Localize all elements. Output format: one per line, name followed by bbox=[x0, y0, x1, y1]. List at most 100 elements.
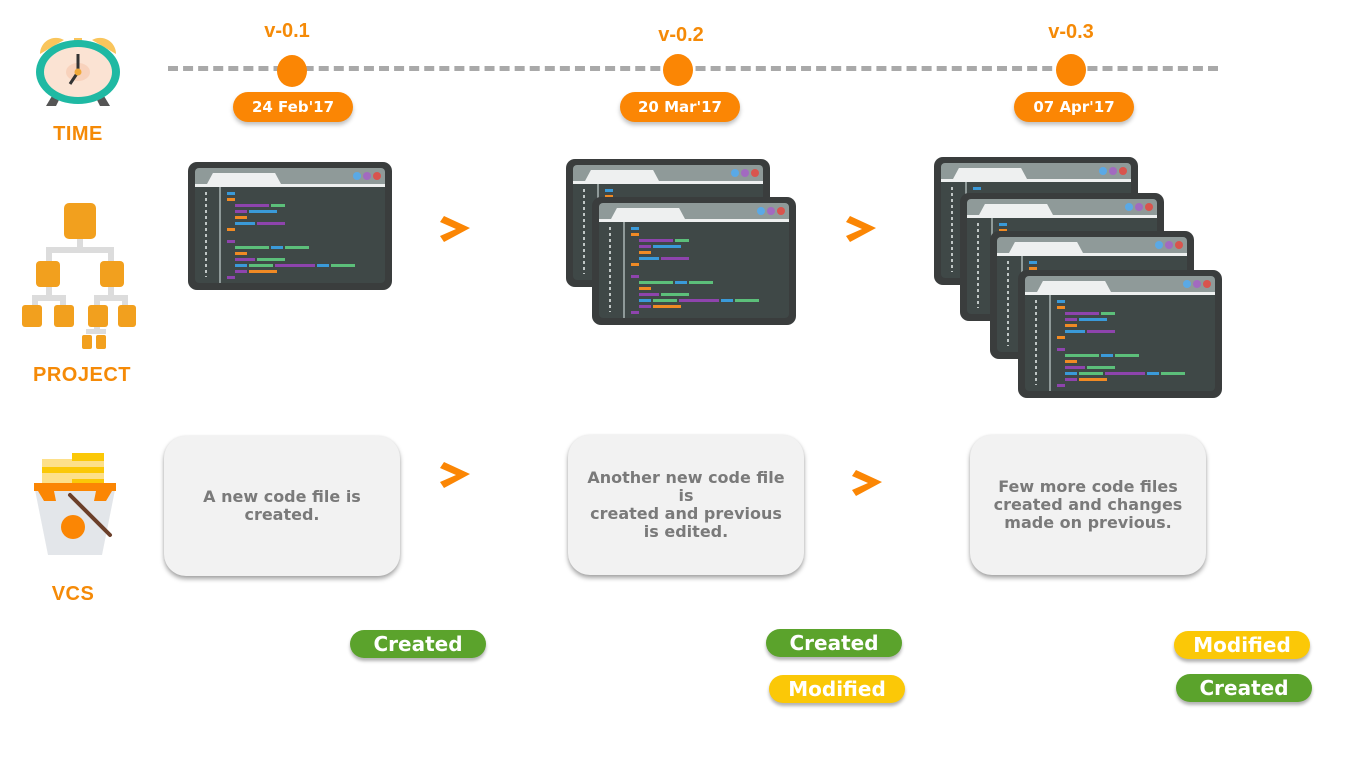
status-badge-modified: Modified bbox=[769, 675, 905, 703]
code-editor-window bbox=[592, 197, 796, 325]
time-label: TIME bbox=[53, 123, 103, 145]
code-line-segment bbox=[639, 299, 651, 302]
code-line-segment bbox=[1105, 372, 1145, 375]
card-description: A new code file is created. bbox=[203, 487, 361, 524]
code-line-segment bbox=[735, 299, 759, 302]
code-line-segment bbox=[1161, 372, 1185, 375]
date-pill: 20 Mar'17 bbox=[620, 92, 740, 122]
code-line-segment bbox=[639, 281, 673, 284]
card-description: Few more code files created and changes … bbox=[993, 477, 1183, 532]
milestone-dot[interactable] bbox=[663, 54, 693, 86]
code-line-segment bbox=[675, 239, 689, 242]
code-line-segment bbox=[1065, 312, 1099, 315]
card-description: Another new code file is created and pre… bbox=[587, 468, 785, 541]
code-line-segment bbox=[1079, 378, 1107, 381]
date-pill: 07 Apr'17 bbox=[1014, 92, 1134, 122]
code-line-segment bbox=[973, 187, 981, 190]
code-line-segment bbox=[1057, 300, 1065, 303]
code-line-segment bbox=[235, 210, 247, 213]
code-line-segment bbox=[1057, 306, 1065, 309]
code-line-segment bbox=[639, 287, 651, 290]
code-line-segment bbox=[227, 198, 235, 201]
code-line-segment bbox=[631, 275, 639, 278]
code-line-segment bbox=[1065, 372, 1077, 375]
code-line-segment bbox=[631, 311, 639, 314]
code-line-segment bbox=[257, 222, 285, 225]
code-line-segment bbox=[227, 240, 235, 243]
code-line-segment bbox=[1065, 366, 1085, 369]
code-line-segment bbox=[235, 264, 247, 267]
code-line-segment bbox=[639, 251, 651, 254]
code-editor-window bbox=[1018, 270, 1222, 398]
code-line-segment bbox=[689, 281, 713, 284]
code-line-segment bbox=[653, 305, 681, 308]
code-line-segment bbox=[1065, 324, 1077, 327]
status-badge-modified: Modified bbox=[1174, 631, 1310, 659]
code-line-segment bbox=[721, 299, 733, 302]
code-line-segment bbox=[317, 264, 329, 267]
chevron-right-icon bbox=[852, 470, 882, 496]
code-line-segment bbox=[1065, 354, 1099, 357]
code-line-segment bbox=[631, 263, 639, 266]
code-line-segment bbox=[639, 305, 651, 308]
code-line-segment bbox=[1065, 318, 1077, 321]
status-badge-created: Created bbox=[1176, 674, 1312, 702]
chevron-right-icon bbox=[440, 462, 470, 488]
version-label: v-0.3 bbox=[1048, 21, 1094, 43]
code-line-segment bbox=[661, 257, 689, 260]
code-line-segment bbox=[331, 264, 355, 267]
code-line-segment bbox=[227, 276, 235, 279]
code-line-segment bbox=[271, 246, 283, 249]
code-line-segment bbox=[679, 299, 719, 302]
code-line-segment bbox=[285, 246, 309, 249]
code-line-segment bbox=[235, 216, 247, 219]
code-line-segment bbox=[639, 257, 659, 260]
code-line-segment bbox=[1065, 360, 1077, 363]
vcs-card-1: A new code file is created. bbox=[164, 436, 400, 576]
code-line-segment bbox=[235, 252, 247, 255]
vcs-card-3: Few more code files created and changes … bbox=[970, 435, 1206, 575]
code-line-segment bbox=[257, 258, 285, 261]
code-line-segment bbox=[271, 204, 285, 207]
code-line-segment bbox=[1115, 354, 1139, 357]
date-pill: 24 Feb'17 bbox=[233, 92, 353, 122]
code-line-segment bbox=[227, 192, 235, 195]
code-line-segment bbox=[999, 223, 1007, 226]
code-line-segment bbox=[1101, 354, 1113, 357]
code-line-segment bbox=[1065, 378, 1077, 381]
code-line-segment bbox=[275, 264, 315, 267]
code-line-segment bbox=[653, 299, 677, 302]
code-line-segment bbox=[249, 270, 277, 273]
code-line-segment bbox=[1065, 330, 1085, 333]
code-line-segment bbox=[249, 264, 273, 267]
code-line-segment bbox=[235, 246, 269, 249]
status-badge-created: Created bbox=[766, 629, 902, 657]
code-line-segment bbox=[661, 293, 689, 296]
code-line-segment bbox=[235, 204, 269, 207]
code-line-segment bbox=[631, 233, 639, 236]
code-line-segment bbox=[1087, 366, 1115, 369]
code-line-segment bbox=[1147, 372, 1159, 375]
code-line-segment bbox=[1057, 384, 1065, 387]
code-line-segment bbox=[227, 228, 235, 231]
code-line-segment bbox=[1057, 336, 1065, 339]
vcs-bucket-icon bbox=[34, 453, 116, 555]
code-line-segment bbox=[235, 270, 247, 273]
milestone-dot[interactable] bbox=[1056, 54, 1086, 86]
code-line-segment bbox=[249, 210, 277, 213]
code-line-segment bbox=[639, 245, 651, 248]
milestone-dot[interactable] bbox=[277, 55, 307, 87]
project-label: PROJECT bbox=[33, 364, 131, 386]
code-line-segment bbox=[639, 293, 659, 296]
code-line-segment bbox=[1057, 348, 1065, 351]
code-line-segment bbox=[631, 227, 639, 230]
code-line-segment bbox=[639, 239, 673, 242]
hierarchy-tree-icon bbox=[22, 203, 136, 349]
version-label: v-0.1 bbox=[264, 20, 310, 42]
code-line-segment bbox=[605, 189, 613, 192]
chevron-right-icon bbox=[846, 216, 876, 242]
code-line-segment bbox=[235, 222, 255, 225]
vcs-card-2: Another new code file is created and pre… bbox=[568, 435, 804, 575]
code-line-segment bbox=[653, 245, 681, 248]
vcs-label: VCS bbox=[51, 583, 95, 605]
